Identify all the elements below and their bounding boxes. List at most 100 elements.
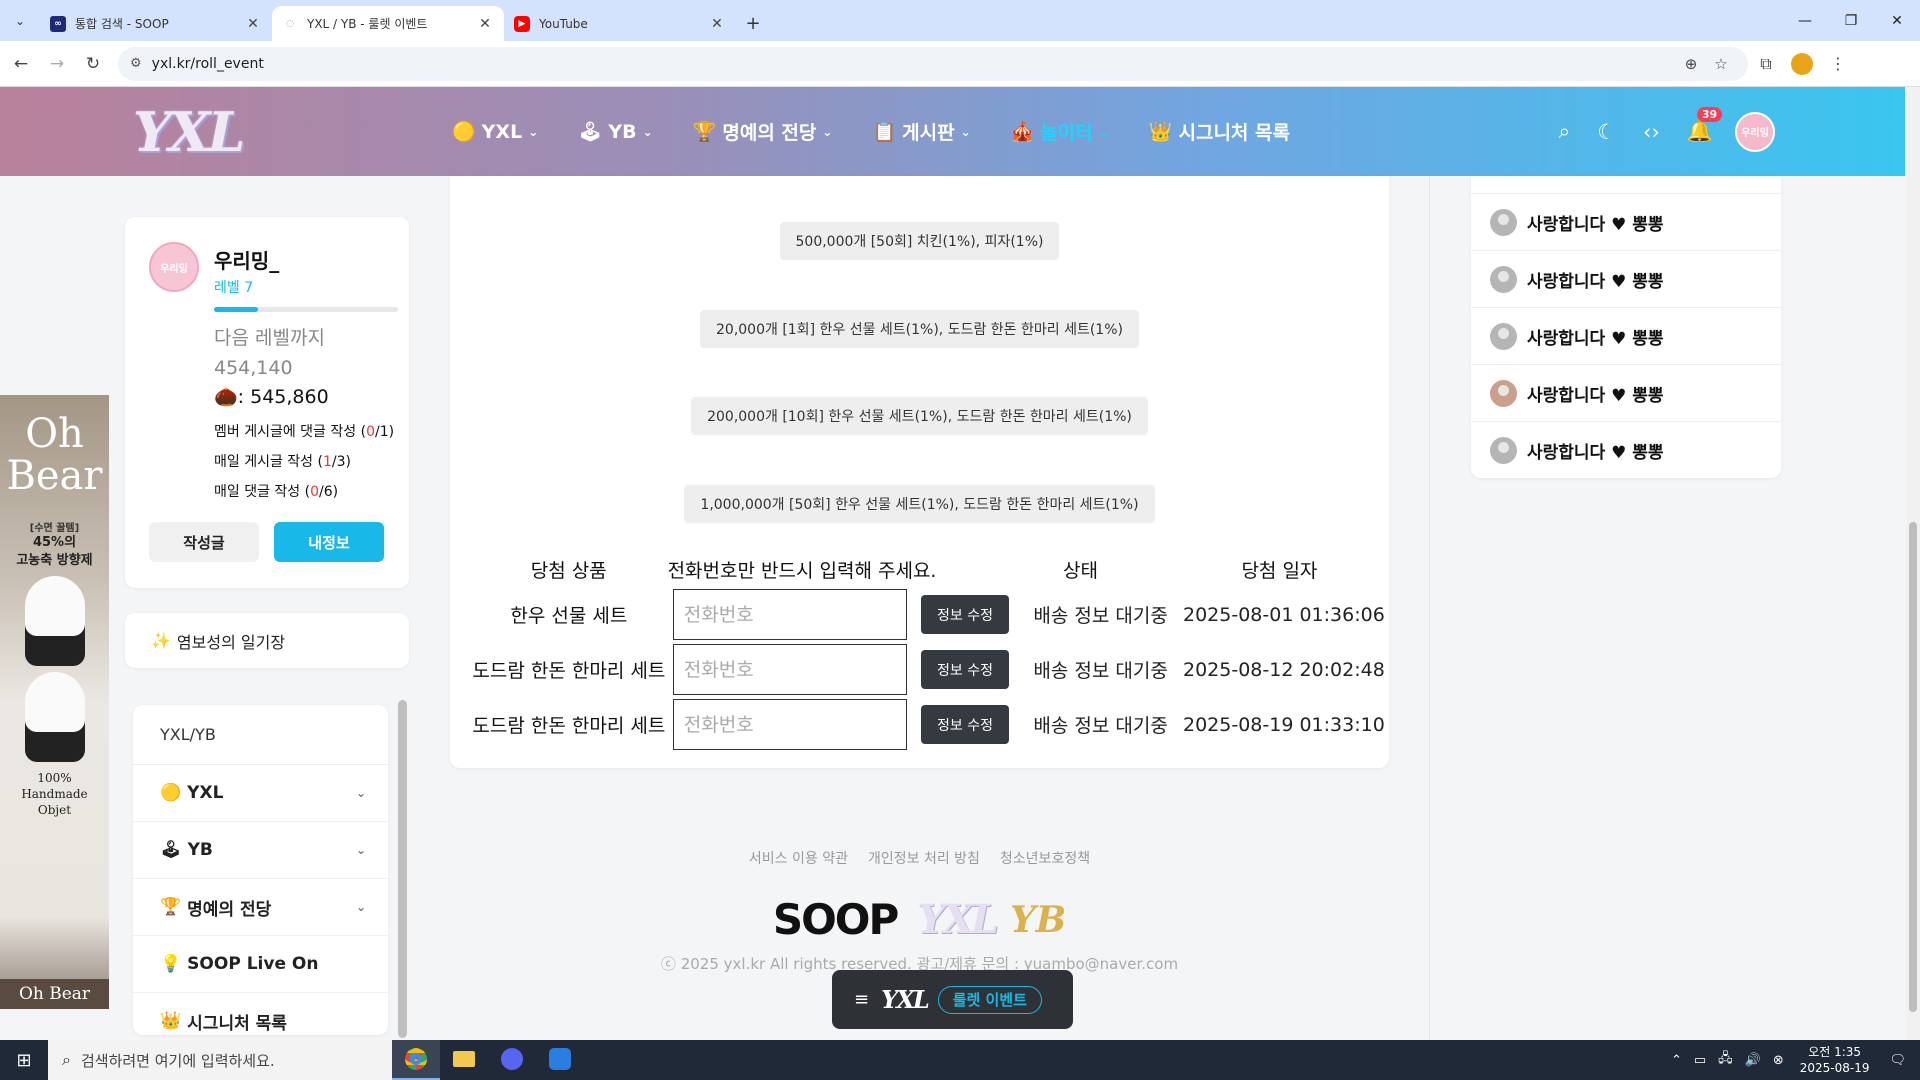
sidenav-item-yb[interactable]: 🕹 YB ⌄ <box>133 822 388 879</box>
tab-close-icon[interactable]: ✕ <box>476 16 494 32</box>
ad-foot-1: 100% <box>37 771 72 785</box>
new-tab-button[interactable]: + <box>736 6 770 41</box>
code-icon[interactable]: ‹› <box>1643 120 1660 144</box>
quest-done: 0 <box>366 424 375 440</box>
page-scrollbar[interactable] <box>1906 87 1920 1040</box>
quest-label: 매일 게시글 작성 ( <box>214 454 323 470</box>
phone-input[interactable] <box>672 644 907 695</box>
network-icon[interactable]: 🖧 <box>1718 1049 1733 1071</box>
address-bar[interactable]: ⚙ yxl.kr/roll_event ⊕ ☆ <box>118 46 1748 81</box>
minimize-icon[interactable]: — <box>1782 0 1828 41</box>
avatar[interactable]: 우리밍 <box>1735 111 1775 152</box>
coin-icon: 🟡 <box>160 783 182 803</box>
file-explorer-icon[interactable] <box>440 1040 488 1080</box>
nav-yb[interactable]: 🕹 YB ⌄ <box>578 120 652 144</box>
quest-list: 멤버 게시글에 댓글 작성 (0/1) 매일 게시글 작성 (1/3) 매일 댓… <box>214 417 394 507</box>
nav-hall-of-fame[interactable]: 🏆 명예의 전당 ⌄ <box>693 118 833 145</box>
taskbar-search[interactable]: ⌕ 검색하려면 여기에 입력하세요. <box>48 1040 392 1080</box>
edit-info-button[interactable]: 정보 수정 <box>920 595 1009 634</box>
bookmark-star-icon[interactable]: ☆ <box>1706 55 1736 73</box>
tab-close-icon[interactable]: ✕ <box>708 16 726 32</box>
edit-info-button[interactable]: 정보 수정 <box>920 705 1009 744</box>
roulette-event-button[interactable]: 룰렛 이벤트 <box>937 985 1042 1014</box>
chevron-up-icon[interactable]: ⌃ <box>1671 1053 1682 1068</box>
restore-icon[interactable]: ❐ <box>1828 0 1874 41</box>
chrome-app-icon[interactable] <box>392 1040 440 1080</box>
diary-link[interactable]: ✨ 염보성의 일기장 <box>125 613 409 668</box>
tab-youtube[interactable]: ▶ YouTube ✕ <box>504 6 736 41</box>
tab-close-icon[interactable]: ✕ <box>244 16 262 32</box>
sidenav-item-hall-of-fame[interactable]: 🏆 명예의 전당 ⌄ <box>133 879 388 936</box>
discord-app-icon[interactable] <box>488 1040 536 1080</box>
phone-input[interactable] <box>672 699 907 750</box>
edit-info-button[interactable]: 정보 수정 <box>920 650 1009 689</box>
zoom-icon[interactable]: ⊕ <box>1676 55 1706 73</box>
tab-soop[interactable]: ∞ 통합 검색 - SOOP ✕ <box>40 6 272 41</box>
nav-playground[interactable]: 🎪 놀이터 ⌄ <box>1011 118 1109 145</box>
windows-start-icon[interactable]: ⊞ <box>0 1040 48 1080</box>
table-header: 당첨 상품 전화번호만 반드시 입력해 주세요. 상태 당첨 일자 <box>470 551 1370 587</box>
sidenav-item-yxl[interactable]: 🟡 YXL ⌄ <box>133 765 388 822</box>
reload-icon[interactable]: ↻ <box>78 49 108 79</box>
phone-input[interactable] <box>672 589 907 640</box>
extensions-icon[interactable]: ⧉ <box>1748 49 1784 79</box>
scrollbar-thumb[interactable] <box>1909 522 1917 1012</box>
nav-signature[interactable]: 👑 시그니처 목록 <box>1149 118 1290 145</box>
nav-board[interactable]: 📋 게시판 ⌄ <box>872 118 970 145</box>
header-phone: 전화번호만 반드시 입력해 주세요. <box>667 559 937 582</box>
forward-icon[interactable]: → <box>42 49 72 79</box>
list-item[interactable]: 사랑합니다 ♥ 뽕뽕 <box>1471 365 1781 422</box>
input-method-icon[interactable]: ⊗ <box>1773 1053 1784 1068</box>
back-icon[interactable]: ← <box>6 49 36 79</box>
quest-item: 매일 게시글 작성 (1/3) <box>214 447 394 477</box>
browser-menu-icon[interactable]: ⋮ <box>1820 49 1856 79</box>
my-info-button[interactable]: 내정보 <box>274 522 384 562</box>
chevron-down-icon: ⌄ <box>528 124 539 139</box>
ad-banner[interactable]: Oh Bear [수면 꿀템] 45%의 고농축 방향제 100% Handmade… <box>0 395 109 1009</box>
diary-label: 염보성의 일기장 <box>176 632 286 652</box>
avatar[interactable]: 우리밍 <box>149 242 199 292</box>
hamburger-icon[interactable]: ≡ <box>854 989 869 1010</box>
row-date: 2025-08-01 01:36:06 <box>1183 603 1385 626</box>
prize-tier: 20,000개 [1회] 한우 선물 세트(1%), 도드람 한돈 한마리 세트… <box>700 310 1139 348</box>
pinned-app-icon[interactable] <box>536 1040 584 1080</box>
nav-label: 시그니처 목록 <box>1178 122 1290 144</box>
notification-center-icon[interactable]: 🗨 <box>1889 1053 1906 1068</box>
youth-policy-link[interactable]: 청소년보호정책 <box>1000 848 1090 868</box>
bell-icon[interactable]: 🔔 39 <box>1687 107 1723 144</box>
header-prize: 당첨 상품 <box>530 559 607 582</box>
table-row: 도드람 한돈 한마리 세트 정보 수정 배송 정보 대기중 2025-08-19… <box>470 697 1385 752</box>
clock[interactable]: 오전 1:35 2025-08-19 <box>1800 1044 1870 1076</box>
crown-icon: 👑 <box>160 1011 182 1031</box>
floating-logo[interactable]: YXL <box>881 985 930 1014</box>
dark-mode-icon[interactable]: ☾ <box>1597 120 1616 144</box>
site-logo[interactable]: YXL <box>133 100 245 164</box>
level-progress-fill <box>214 307 259 312</box>
list-item[interactable]: 사랑합니다 ♥ 뽕뽕 <box>1471 194 1781 251</box>
window-close-icon[interactable]: ✕ <box>1874 0 1920 41</box>
site-header: YXL 🟡 YXL ⌄ 🕹 YB ⌄ 🏆 명예의 전당 ⌄ 📋 게시판 ⌄ 🎪 놀이터 ⌄ 👑 시그니… <box>0 87 1905 176</box>
soop-favicon-icon: ∞ <box>50 15 66 32</box>
terms-link[interactable]: 서비스 이용 약관 <box>749 848 848 868</box>
list-item[interactable]: 사랑합니다 ♥ 뽕뽕 <box>1471 251 1781 308</box>
site-info-icon[interactable]: ⚙ <box>130 56 142 71</box>
row-date: 2025-08-12 20:02:48 <box>1183 658 1385 681</box>
header-actions: ⌕ ☾ ‹› 🔔 39 우리밍 <box>1531 87 1775 176</box>
tab-roulette[interactable]: ◌ YXL / YB - 룰렛 이벤트 ✕ <box>272 6 504 41</box>
meet-icon[interactable]: ▭ <box>1694 1053 1706 1068</box>
quest-total: /3) <box>331 454 351 470</box>
sidenav-item-signature[interactable]: 👑 시그니처 목록 <box>133 993 388 1035</box>
profile-avatar-icon[interactable] <box>1784 49 1820 79</box>
my-posts-button[interactable]: 작성글 <box>149 522 259 562</box>
nav-yxl[interactable]: 🟡 YXL ⌄ <box>452 120 539 144</box>
sidenav-scrollbar[interactable] <box>398 700 407 1038</box>
search-icon[interactable]: ⌕ <box>1558 119 1570 144</box>
nav-label: YB <box>608 120 637 143</box>
privacy-link[interactable]: 개인정보 처리 방침 <box>868 848 980 868</box>
chevron-down-icon: ⌄ <box>822 124 833 139</box>
list-item[interactable]: 사랑합니다 ♥ 뽕뽕 <box>1471 422 1781 479</box>
list-item[interactable]: 사랑합니다 ♥ 뽕뽕 <box>1471 308 1781 365</box>
tab-search-icon[interactable]: ⌄ <box>0 0 40 41</box>
sidenav-item-soop-live-on[interactable]: 💡 SOOP Live On <box>133 936 388 993</box>
volume-icon[interactable]: 🔊 <box>1745 1053 1761 1068</box>
